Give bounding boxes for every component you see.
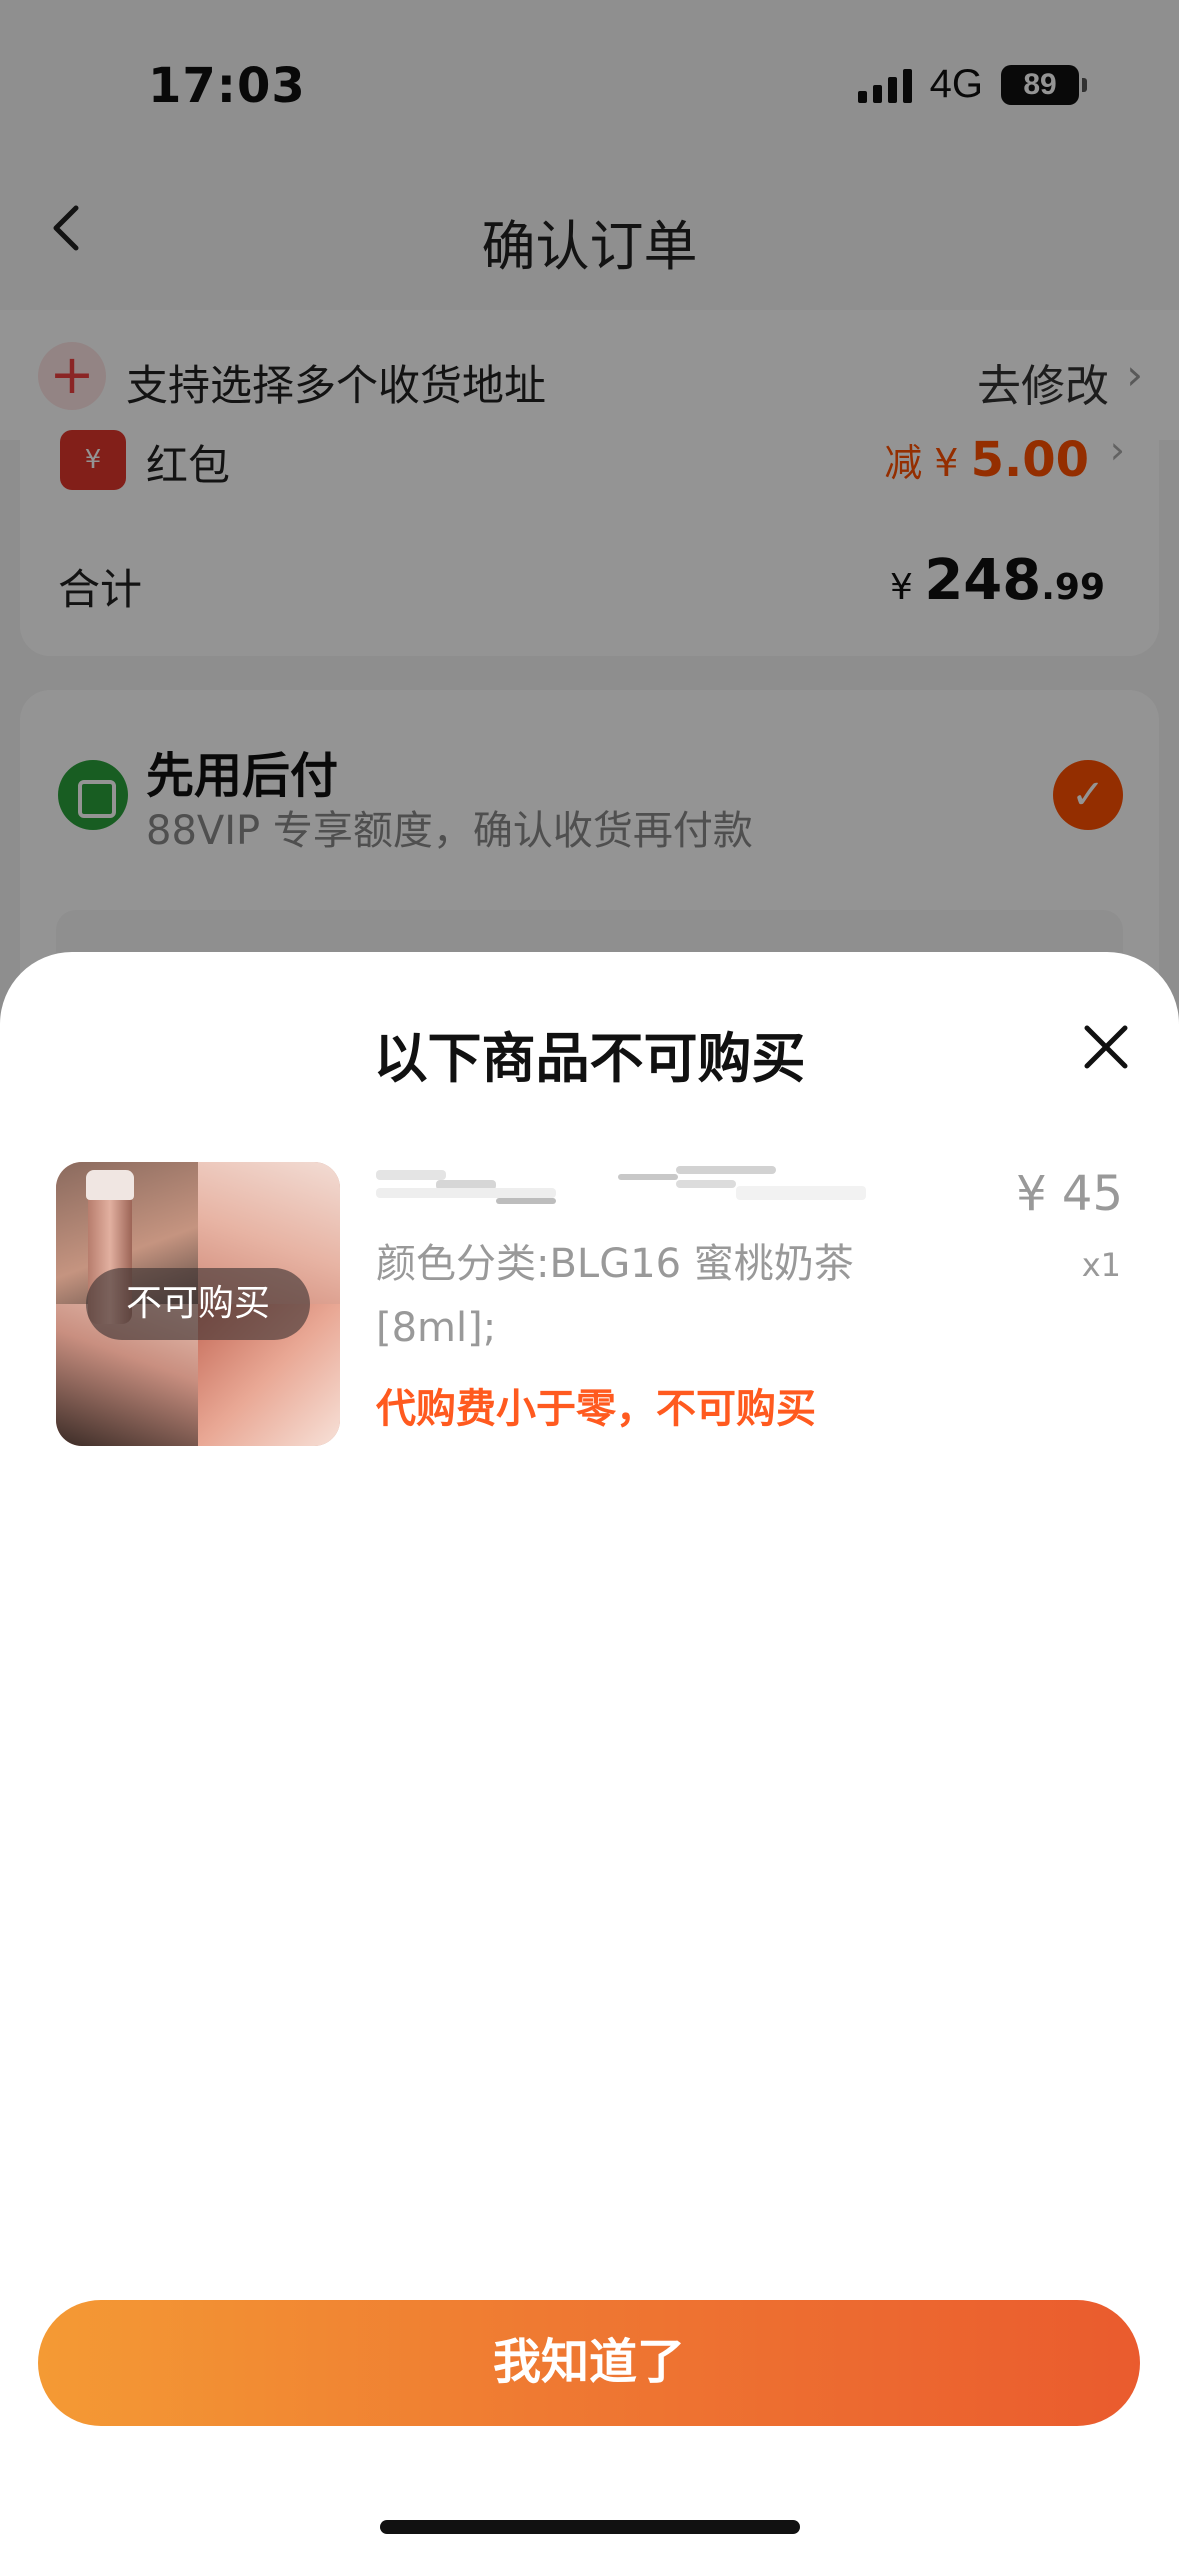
unavailable-items-sheet: 以下商品不可购买 不可购买 ¥ 45 x1 颜色分类:BLG16 蜜桃奶茶 [8…: [0, 952, 1179, 2556]
acknowledge-button[interactable]: 我知道了: [38, 2300, 1140, 2426]
close-icon[interactable]: [1071, 1012, 1141, 1082]
product-price: ¥ 45: [1016, 1166, 1123, 1222]
unavailable-badge: 不可购买: [86, 1268, 310, 1340]
unavailable-reason: 代购费小于零，不可购买: [376, 1386, 816, 1432]
home-indicator[interactable]: [380, 2520, 800, 2534]
product-image: 不可购买: [56, 1162, 340, 1446]
product-name-redacted: [376, 1164, 866, 1204]
product-spec: 颜色分类:BLG16 蜜桃奶茶 [8ml];: [376, 1241, 854, 1351]
screen: 17:03 4G 89 确认订单 + 支持选择多个收货地址 去修改 › ¥ 红包…: [0, 0, 1179, 2556]
product-quantity: x1: [1081, 1246, 1121, 1284]
sheet-title: 以下商品不可购买: [373, 1027, 806, 1090]
